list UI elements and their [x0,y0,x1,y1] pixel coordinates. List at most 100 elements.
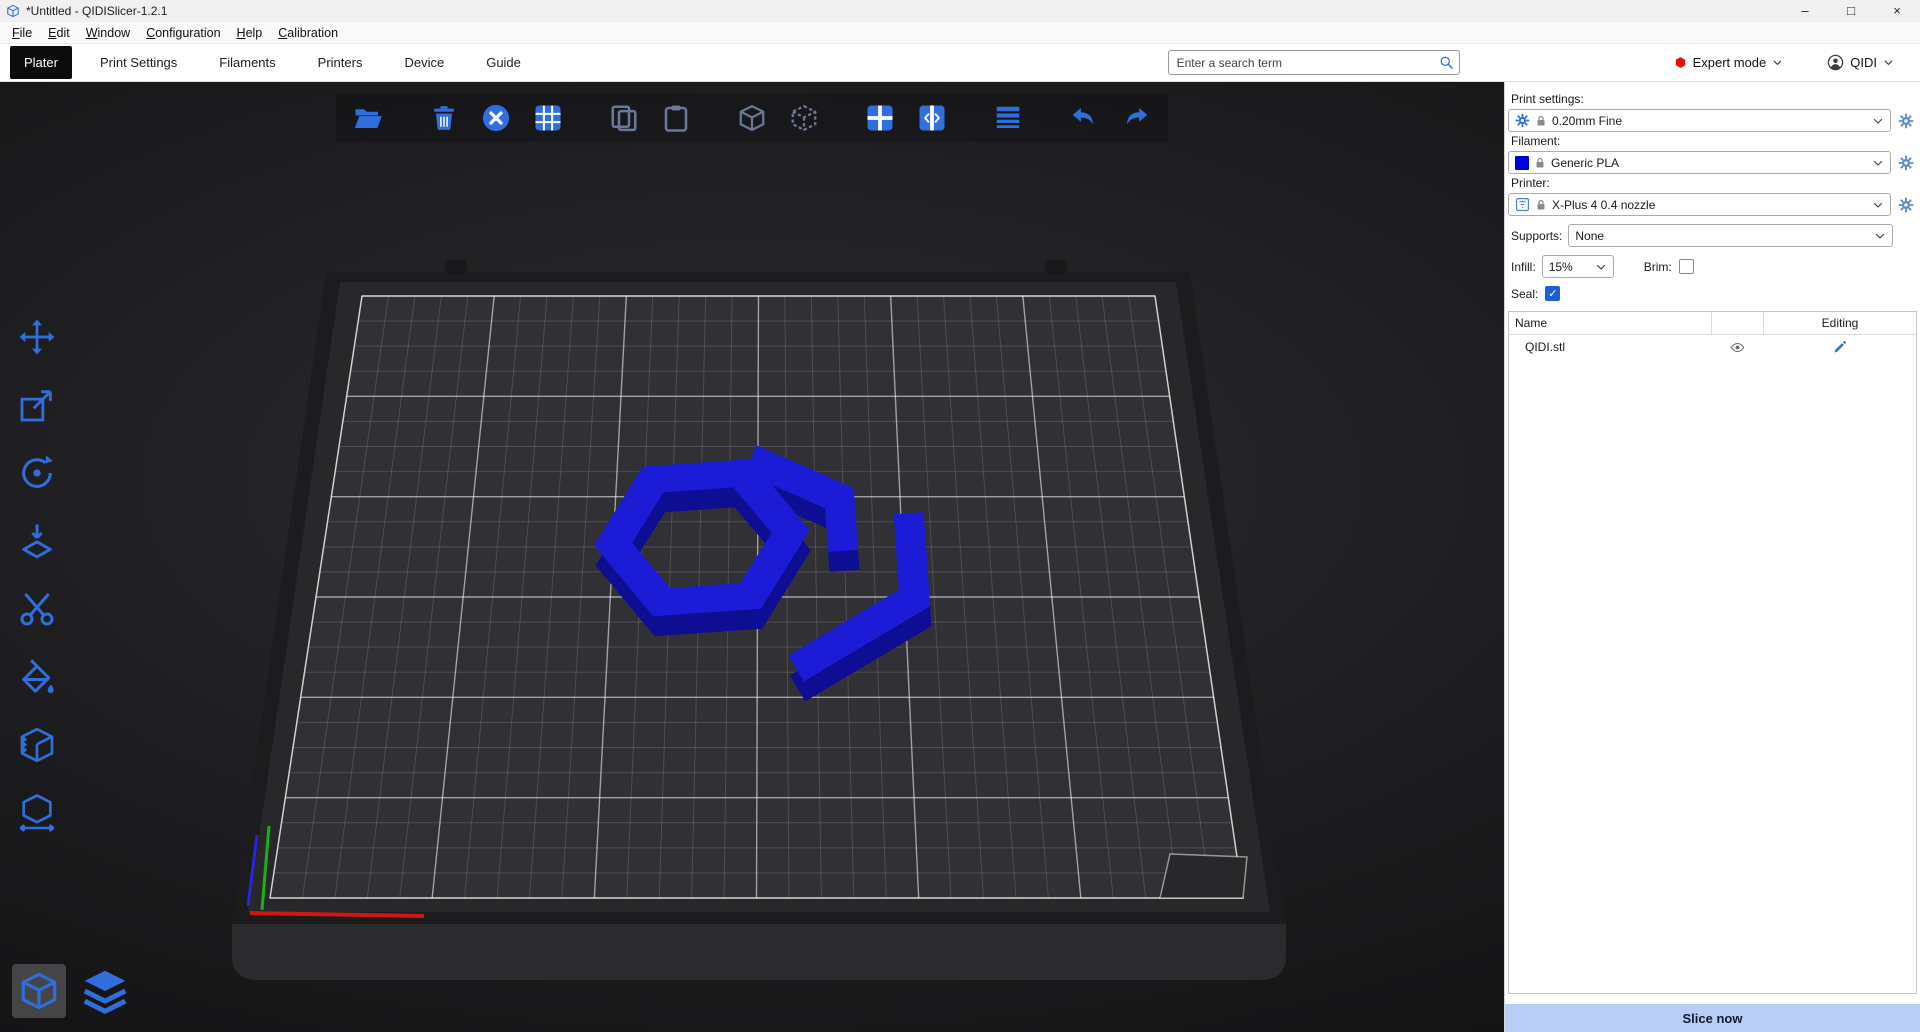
3d-viewport[interactable] [0,82,1504,1032]
menu-window[interactable]: Window [78,24,138,42]
print-settings-gear-button[interactable] [1895,110,1917,132]
variable-layer-height-button[interactable] [990,100,1026,136]
column-editing: Editing [1763,312,1916,334]
bed-corner-notch [1160,854,1247,898]
arrange-button[interactable] [530,100,566,136]
mode-label: Expert mode [1693,55,1767,70]
column-visibility [1711,312,1763,334]
object-row[interactable]: QIDI.stl [1509,335,1916,359]
close-button[interactable]: × [1874,0,1920,22]
copy-button[interactable] [606,100,642,136]
printer-select[interactable]: X-Plus 4 0.4 nozzle [1508,193,1891,216]
x-circle-icon [481,103,511,133]
account-label: QIDI [1850,55,1877,70]
qidislicer-window: *Untitled - QIDISlicer-1.2.1 – □ × File … [0,0,1920,1032]
mode-selector[interactable]: Expert mode [1674,55,1784,70]
rotate-button[interactable] [14,450,60,496]
object-list: Name Editing QIDI.stl [1508,311,1917,994]
account-menu[interactable]: QIDI [1827,54,1894,71]
measure-button[interactable] [14,790,60,836]
scale-icon [17,385,57,425]
split-to-objects-button[interactable] [862,100,898,136]
maximize-button[interactable]: □ [1828,0,1874,22]
menu-edit[interactable]: Edit [40,24,78,42]
tab-device[interactable]: Device [390,44,458,81]
minimize-button[interactable]: – [1782,0,1828,22]
undo-button[interactable] [1066,100,1102,136]
3d-scene-canvas[interactable] [0,82,1504,1032]
print-settings-label: Print settings: [1511,92,1917,106]
filament-gear-button[interactable] [1895,152,1917,174]
gear-icon [1898,113,1914,129]
tab-plater[interactable]: Plater [10,46,72,79]
filament-color-swatch [1515,156,1529,170]
split-parts-icon [917,103,947,133]
profile-gear-icon [1515,113,1530,128]
tabbar: Plater Print Settings Filaments Printers… [0,44,1920,82]
seal-checkbox[interactable] [1545,286,1560,301]
search-icon[interactable] [1439,55,1454,70]
3d-cube-icon [18,970,60,1012]
brim-label: Brim: [1644,260,1672,274]
search-input[interactable] [1168,50,1460,75]
print-settings-select[interactable]: 0.20mm Fine [1508,109,1891,132]
supports-label: Supports: [1511,229,1562,243]
print-settings-value: 0.20mm Fine [1552,114,1867,128]
infill-select[interactable]: 15% [1542,255,1614,278]
menu-file[interactable]: File [4,24,40,42]
redo-button[interactable] [1118,100,1154,136]
cut-button[interactable] [14,586,60,632]
add-instance-button[interactable] [734,100,770,136]
eye-icon[interactable] [1730,340,1745,355]
plater-toolbar [336,94,1168,142]
fuzzy-skin-button[interactable] [14,722,60,768]
seam-paint-button[interactable] [14,654,60,700]
menu-configuration[interactable]: Configuration [138,24,228,42]
open-file-button[interactable] [350,100,386,136]
paste-button[interactable] [658,100,694,136]
place-on-face-button[interactable] [14,518,60,564]
layers-stack-icon [78,964,132,1018]
main-area: Print settings: 0.20mm Fine Filament: [0,82,1920,1032]
supports-select[interactable]: None [1568,224,1893,247]
brim-checkbox[interactable] [1679,259,1694,274]
remove-instance-button[interactable] [786,100,822,136]
slice-now-button[interactable]: Slice now [1505,1004,1920,1032]
printer-gear-button[interactable] [1895,194,1917,216]
printer-icon [1515,197,1530,212]
move-button[interactable] [14,314,60,360]
paste-icon [661,103,691,133]
chevron-down-icon [1772,57,1783,68]
edit-icon[interactable] [1832,340,1847,355]
view-toggle-bar [12,964,132,1018]
delete-button[interactable] [426,100,462,136]
remove-instance-cube-icon [789,103,819,133]
titlebar: *Untitled - QIDISlicer-1.2.1 – □ × [0,0,1920,22]
chevron-down-icon [1872,157,1884,169]
window-title: *Untitled - QIDISlicer-1.2.1 [26,4,1782,18]
scale-button[interactable] [14,382,60,428]
open-folder-icon [353,103,383,133]
layer-height-icon [993,103,1023,133]
chevron-down-icon [1874,230,1886,242]
menubar: File Edit Window Configuration Help Cali… [0,22,1920,44]
chevron-down-icon [1872,115,1884,127]
delete-all-button[interactable] [478,100,514,136]
tab-printers[interactable]: Printers [304,44,377,81]
view-preview-button[interactable] [78,964,132,1018]
menu-calibration[interactable]: Calibration [270,24,346,42]
app-icon [6,4,20,18]
menu-help[interactable]: Help [229,24,271,42]
copy-icon [609,103,639,133]
split-to-parts-button[interactable] [914,100,950,136]
seal-label: Seal: [1511,287,1538,301]
object-name: QIDI.stl [1509,340,1711,354]
chevron-down-icon [1883,57,1894,68]
view-3d-editor-button[interactable] [12,964,66,1018]
filament-select[interactable]: Generic PLA [1508,151,1891,174]
tab-print-settings[interactable]: Print Settings [86,44,191,81]
measure-icon [17,793,57,833]
supports-value: None [1575,229,1869,243]
tab-filaments[interactable]: Filaments [205,44,289,81]
tab-guide[interactable]: Guide [472,44,535,81]
